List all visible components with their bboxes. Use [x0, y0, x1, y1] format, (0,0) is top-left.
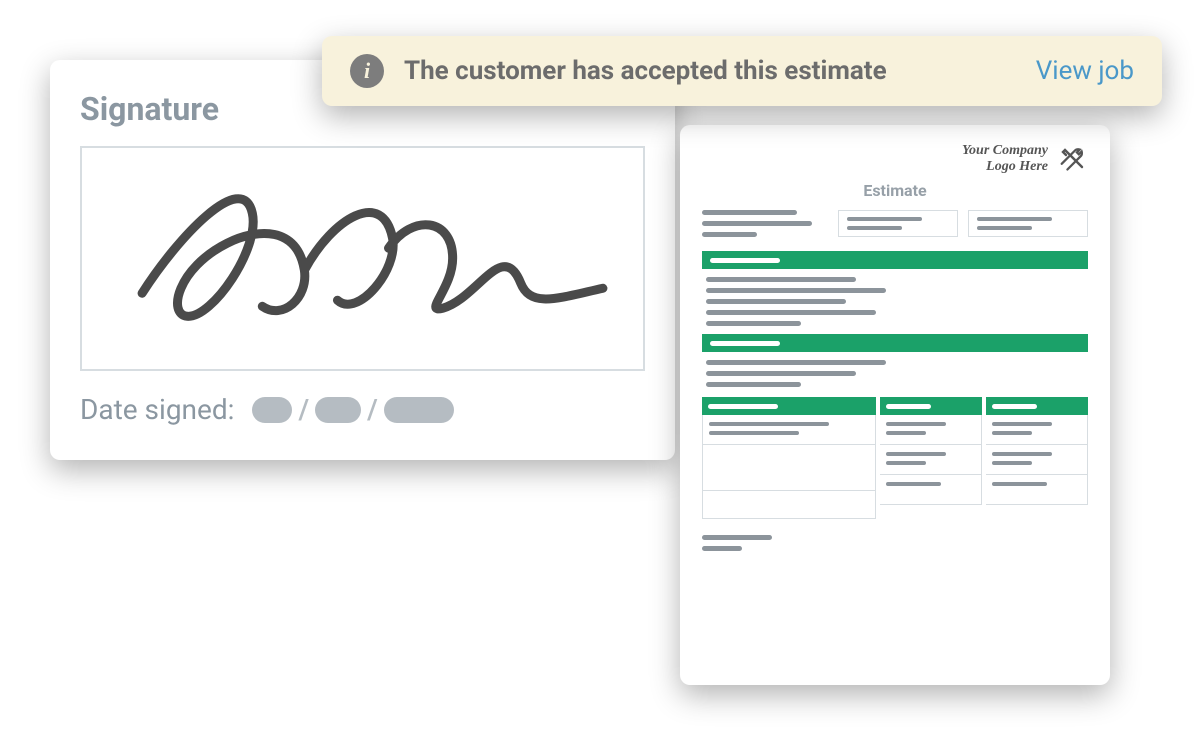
document-table: [702, 397, 1088, 519]
table-cell: [986, 475, 1088, 505]
document-footer: [702, 535, 1088, 551]
date-separator: /: [298, 393, 309, 426]
info-icon: i: [350, 54, 384, 88]
section-body: [702, 360, 1088, 395]
company-logo-placeholder: Your Company Logo Here: [962, 143, 1048, 175]
meta-box: [838, 210, 958, 237]
notification-banner: i The customer has accepted this estimat…: [322, 36, 1162, 106]
date-signed-value: / /: [252, 393, 453, 426]
table-cell: [986, 415, 1088, 445]
table-header-cell: [702, 397, 876, 415]
signature-pad[interactable]: [80, 146, 645, 371]
date-part-placeholder: [384, 397, 454, 423]
table-header-cell: [880, 397, 982, 415]
estimate-document-preview: Your Company Logo Here Estimate: [680, 125, 1110, 685]
signature-stroke-icon: [82, 148, 643, 368]
date-part-placeholder: [252, 397, 292, 423]
table-col: [702, 397, 876, 519]
table-cell: [702, 445, 876, 491]
section-body: [702, 277, 1088, 334]
table-cell: [986, 445, 1088, 475]
date-signed-row: Date signed: / /: [80, 393, 645, 426]
document-section: [702, 251, 1088, 334]
date-separator: /: [367, 393, 378, 426]
document-header: Your Company Logo Here: [702, 143, 1088, 175]
tools-icon: [1058, 144, 1088, 174]
logo-line: Logo Here: [962, 159, 1048, 175]
meta-address-block: [702, 210, 828, 237]
view-job-link[interactable]: View job: [1036, 56, 1134, 86]
table-cell: [702, 491, 876, 519]
document-meta: [702, 210, 1088, 237]
table-cell: [702, 415, 876, 445]
meta-box: [968, 210, 1088, 237]
signature-card: Signature Date signed: / /: [50, 60, 675, 460]
document-section: [702, 334, 1088, 395]
table-cell: [880, 415, 982, 445]
logo-line: Your Company: [962, 143, 1048, 159]
table-header-cell: [986, 397, 1088, 415]
document-title: Estimate: [702, 181, 1088, 200]
table-col: [986, 397, 1088, 519]
date-signed-label: Date signed:: [80, 393, 234, 426]
date-part-placeholder: [315, 397, 361, 423]
section-header: [702, 251, 1088, 269]
section-header: [702, 334, 1088, 352]
notification-message: The customer has accepted this estimate: [404, 56, 1016, 86]
table-cell: [880, 475, 982, 505]
table-cell: [880, 445, 982, 475]
table-col: [880, 397, 982, 519]
